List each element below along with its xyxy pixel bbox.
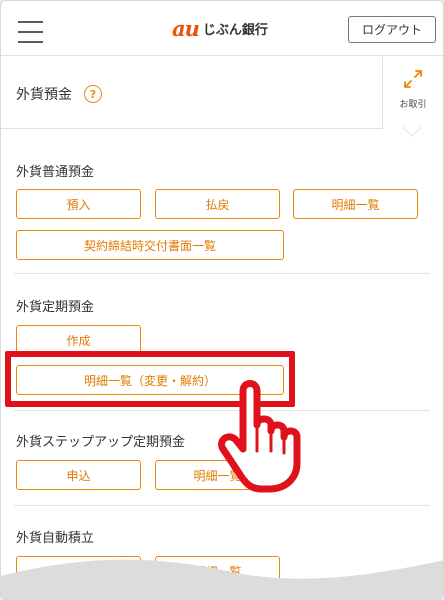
app-frame: au じぶん銀行 ログアウト 外貨預金 ? お取引 外貨普通預金 預入 払戻 明… xyxy=(0,0,444,600)
hamburger-menu-icon[interactable] xyxy=(18,21,43,43)
swap-arrows-icon xyxy=(404,70,422,88)
logout-button[interactable]: ログアウト xyxy=(348,16,436,43)
logo-bank-name: じぶん銀行 xyxy=(202,22,268,38)
section-title: 外貨定期預金 xyxy=(16,300,95,315)
statement-list-button[interactable]: 明細一覧 xyxy=(155,556,280,586)
statement-change-cancel-button[interactable]: 明細一覧（変更・解約） xyxy=(16,365,284,395)
section-divider xyxy=(14,505,430,506)
deposit-button[interactable]: 預入 xyxy=(16,189,141,219)
trade-tab-pointer xyxy=(402,117,422,137)
help-icon[interactable]: ? xyxy=(84,85,102,103)
contract-documents-button[interactable]: 契約締結時交付書面一覧 xyxy=(16,230,284,260)
apply-button[interactable]: 申込 xyxy=(16,556,141,586)
withdraw-button[interactable]: 払戻 xyxy=(155,189,280,219)
app-header: au じぶん銀行 ログアウト xyxy=(1,1,443,56)
trade-tab[interactable]: お取引 xyxy=(382,57,443,137)
statement-list-button[interactable]: 明細一覧 xyxy=(293,189,418,219)
apply-button[interactable]: 申込 xyxy=(16,460,141,490)
section-title: 外貨普通預金 xyxy=(16,165,95,180)
section-divider xyxy=(14,410,430,411)
statement-list-button[interactable]: 明細一覧 xyxy=(155,460,280,490)
create-button[interactable]: 作成 xyxy=(16,325,141,355)
section-title: 外貨自動積立 xyxy=(16,531,95,546)
brand-logo: au じぶん銀行 xyxy=(172,15,268,41)
logo-au-mark: au xyxy=(172,15,200,41)
page-title-row: 外貨預金 ? お取引 xyxy=(1,57,443,137)
section-title: 外貨ステップアップ定期預金 xyxy=(16,435,186,450)
section-divider xyxy=(14,273,430,274)
page-title: 外貨預金 xyxy=(16,87,72,103)
trade-tab-label: お取引 xyxy=(399,100,427,110)
